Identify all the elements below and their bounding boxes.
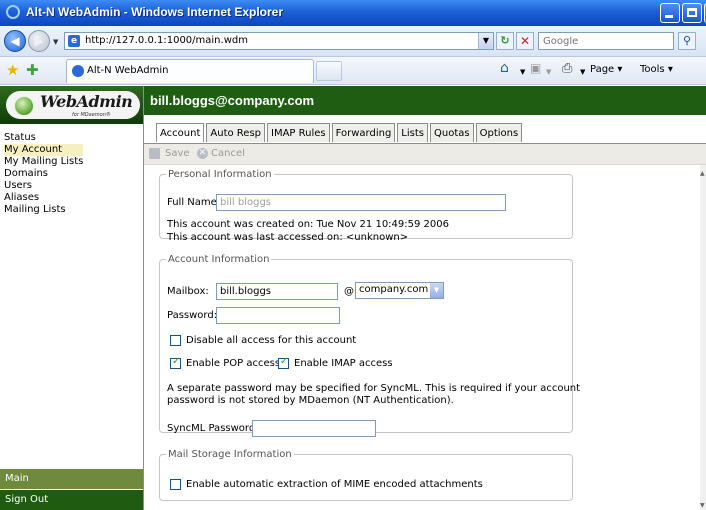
mailbox-label: Mailbox: bbox=[167, 286, 209, 297]
sidebar-nav: Status My Account My Mailing Lists Domai… bbox=[4, 132, 84, 216]
sidebar-item-my-mailing-lists[interactable]: My Mailing Lists bbox=[4, 156, 83, 168]
minimize-button[interactable] bbox=[660, 3, 680, 23]
syncml-note-line-1: A separate password may be specified for… bbox=[167, 383, 581, 394]
search-input[interactable] bbox=[543, 34, 663, 48]
account-information-group: Account Information Mailbox: bill.bloggs… bbox=[159, 254, 580, 437]
chevron-down-icon: ▼ bbox=[430, 283, 443, 298]
feeds-dropdown-icon[interactable]: ▼ bbox=[546, 68, 551, 76]
tab-lists[interactable]: Lists bbox=[397, 123, 428, 142]
enable-imap-checkbox[interactable] bbox=[278, 356, 289, 369]
page-menu[interactable]: Page ▾ bbox=[590, 64, 622, 75]
domain-select[interactable]: company.com ▼ bbox=[355, 282, 444, 299]
scroll-down-icon[interactable]: ▼ bbox=[700, 502, 706, 510]
syncml-password-label: SyncML Password: bbox=[167, 423, 259, 434]
home-dropdown-icon[interactable]: ▼ bbox=[520, 68, 525, 76]
print-icon[interactable]: ⎙ bbox=[562, 61, 572, 76]
domain-selected-value: company.com bbox=[359, 284, 429, 295]
save-button[interactable]: Save bbox=[165, 148, 190, 159]
tab-options[interactable]: Options bbox=[475, 123, 523, 142]
new-tab-button[interactable] bbox=[316, 61, 342, 81]
disable-access-label: Disable all access for this account bbox=[186, 335, 357, 346]
tab-bar: ★ ✚ Alt-N WebAdmin ⌂ ▼ ▣ ▼ ⎙ ▼ Page ▾ To… bbox=[0, 57, 706, 85]
url-field[interactable]: e http://127.0.0.1:1000/main.wdm ▼ bbox=[64, 32, 494, 50]
save-disk-icon[interactable] bbox=[149, 148, 160, 159]
back-button[interactable]: ◀ bbox=[4, 30, 26, 52]
add-favorite-icon[interactable]: ✚ bbox=[26, 61, 39, 79]
mail-storage-group: Mail Storage Information Enable automati… bbox=[159, 449, 573, 501]
sidebar-main-button[interactable]: Main bbox=[0, 469, 143, 489]
syncml-note-line-2: password is not stored by MDaemon (NT Au… bbox=[167, 395, 454, 406]
page-title: bill.bloggs@company.com bbox=[144, 86, 706, 115]
feeds-icon[interactable]: ▣ bbox=[530, 61, 541, 75]
favorites-star-icon[interactable]: ★ bbox=[6, 61, 19, 79]
created-on-text: This account was created on: Tue Nov 21 … bbox=[167, 219, 449, 230]
last-accessed-text: This account was last accessed on: <unkn… bbox=[167, 232, 409, 243]
password-field[interactable] bbox=[216, 307, 340, 324]
mime-extraction-checkbox[interactable] bbox=[170, 479, 181, 490]
maximize-button[interactable] bbox=[682, 3, 702, 23]
account-information-legend: Account Information bbox=[168, 254, 270, 265]
syncml-password-field[interactable] bbox=[252, 420, 376, 437]
sidebar-item-aliases[interactable]: Aliases bbox=[4, 192, 83, 204]
enable-pop-label: Enable POP access bbox=[186, 358, 281, 369]
stop-button[interactable]: ✕ bbox=[516, 32, 534, 50]
address-bar-row: ◀ ▶ ▼ e http://127.0.0.1:1000/main.wdm ▼… bbox=[0, 26, 706, 57]
history-dropdown-icon[interactable]: ▼ bbox=[53, 38, 58, 46]
window-title: Alt-N WebAdmin - Windows Internet Explor… bbox=[26, 5, 284, 19]
browser-tab[interactable]: Alt-N WebAdmin bbox=[66, 59, 314, 83]
tab-quotas[interactable]: Quotas bbox=[430, 123, 474, 142]
logo-brand: WebAdmin bbox=[40, 92, 133, 111]
window-title-bar: Alt-N WebAdmin - Windows Internet Explor… bbox=[0, 0, 706, 26]
search-icon[interactable]: ⚲ bbox=[678, 32, 696, 50]
tab-auto-resp[interactable]: Auto Resp bbox=[206, 123, 265, 142]
action-toolbar: Save ✕ Cancel bbox=[144, 144, 706, 165]
enable-imap-label: Enable IMAP access bbox=[294, 358, 393, 369]
url-dropdown-icon[interactable]: ▼ bbox=[478, 33, 493, 49]
mime-extraction-label: Enable automatic extraction of MIME enco… bbox=[186, 479, 483, 490]
logo-subtitle: for MDaemon® bbox=[72, 112, 111, 118]
tab-account[interactable]: Account bbox=[156, 123, 205, 142]
tab-strip: Account Auto Resp IMAP Rules Forwarding … bbox=[144, 115, 706, 144]
at-sign: @ bbox=[344, 286, 354, 297]
disable-access-checkbox[interactable] bbox=[170, 335, 181, 346]
mail-storage-legend: Mail Storage Information bbox=[168, 449, 292, 460]
scroll-up-icon[interactable]: ▲ bbox=[700, 170, 706, 178]
tab-page-icon bbox=[72, 65, 84, 77]
personal-information-legend: Personal Information bbox=[168, 169, 272, 180]
back-arrow-icon: ◀ bbox=[10, 34, 20, 48]
full-name-field[interactable]: bill bloggs bbox=[216, 194, 506, 211]
sidebar-item-users[interactable]: Users bbox=[4, 180, 83, 192]
tab-imap-rules[interactable]: IMAP Rules bbox=[267, 123, 330, 142]
enable-pop-checkbox[interactable] bbox=[170, 356, 181, 369]
home-icon[interactable]: ⌂ bbox=[500, 60, 509, 76]
sign-out-button[interactable]: Sign Out bbox=[0, 490, 143, 510]
sidebar-item-my-account[interactable]: My Account bbox=[4, 144, 84, 156]
sidebar-item-domains[interactable]: Domains bbox=[4, 168, 83, 180]
vertical-scrollbar[interactable]: ▲ ▼ bbox=[700, 165, 706, 510]
full-name-label: Full Name: bbox=[167, 197, 221, 208]
refresh-button[interactable]: ↻ bbox=[496, 32, 514, 50]
webadmin-logo: WebAdmin for MDaemon® bbox=[0, 86, 143, 124]
sidebar: WebAdmin for MDaemon® Status My Account … bbox=[0, 86, 144, 510]
tools-menu[interactable]: Tools ▾ bbox=[640, 64, 673, 75]
sidebar-item-status[interactable]: Status bbox=[4, 132, 83, 144]
form-area: Personal Information Full Name: bill blo… bbox=[144, 165, 700, 510]
personal-information-group: Personal Information Full Name: bill blo… bbox=[159, 169, 573, 243]
tab-forwarding[interactable]: Forwarding bbox=[331, 123, 396, 142]
logo-globe-icon bbox=[14, 96, 34, 116]
password-label: Password: bbox=[167, 310, 218, 321]
sidebar-item-mailing-lists[interactable]: Mailing Lists bbox=[4, 204, 83, 216]
browser-tab-label: Alt-N WebAdmin bbox=[87, 65, 169, 76]
cancel-button[interactable]: Cancel bbox=[211, 148, 245, 159]
forward-arrow-icon: ▶ bbox=[34, 34, 44, 48]
url-text: http://127.0.0.1:1000/main.wdm bbox=[85, 35, 248, 46]
main-content: bill.bloggs@company.com Account Auto Res… bbox=[144, 86, 706, 510]
print-dropdown-icon[interactable]: ▼ bbox=[580, 68, 585, 76]
search-box[interactable] bbox=[538, 32, 674, 50]
forward-button[interactable]: ▶ bbox=[28, 30, 50, 52]
mailbox-field[interactable]: bill.bloggs bbox=[216, 283, 338, 300]
cancel-icon[interactable]: ✕ bbox=[197, 148, 208, 159]
page-icon: e bbox=[68, 35, 80, 47]
ie-logo-icon bbox=[6, 5, 20, 19]
